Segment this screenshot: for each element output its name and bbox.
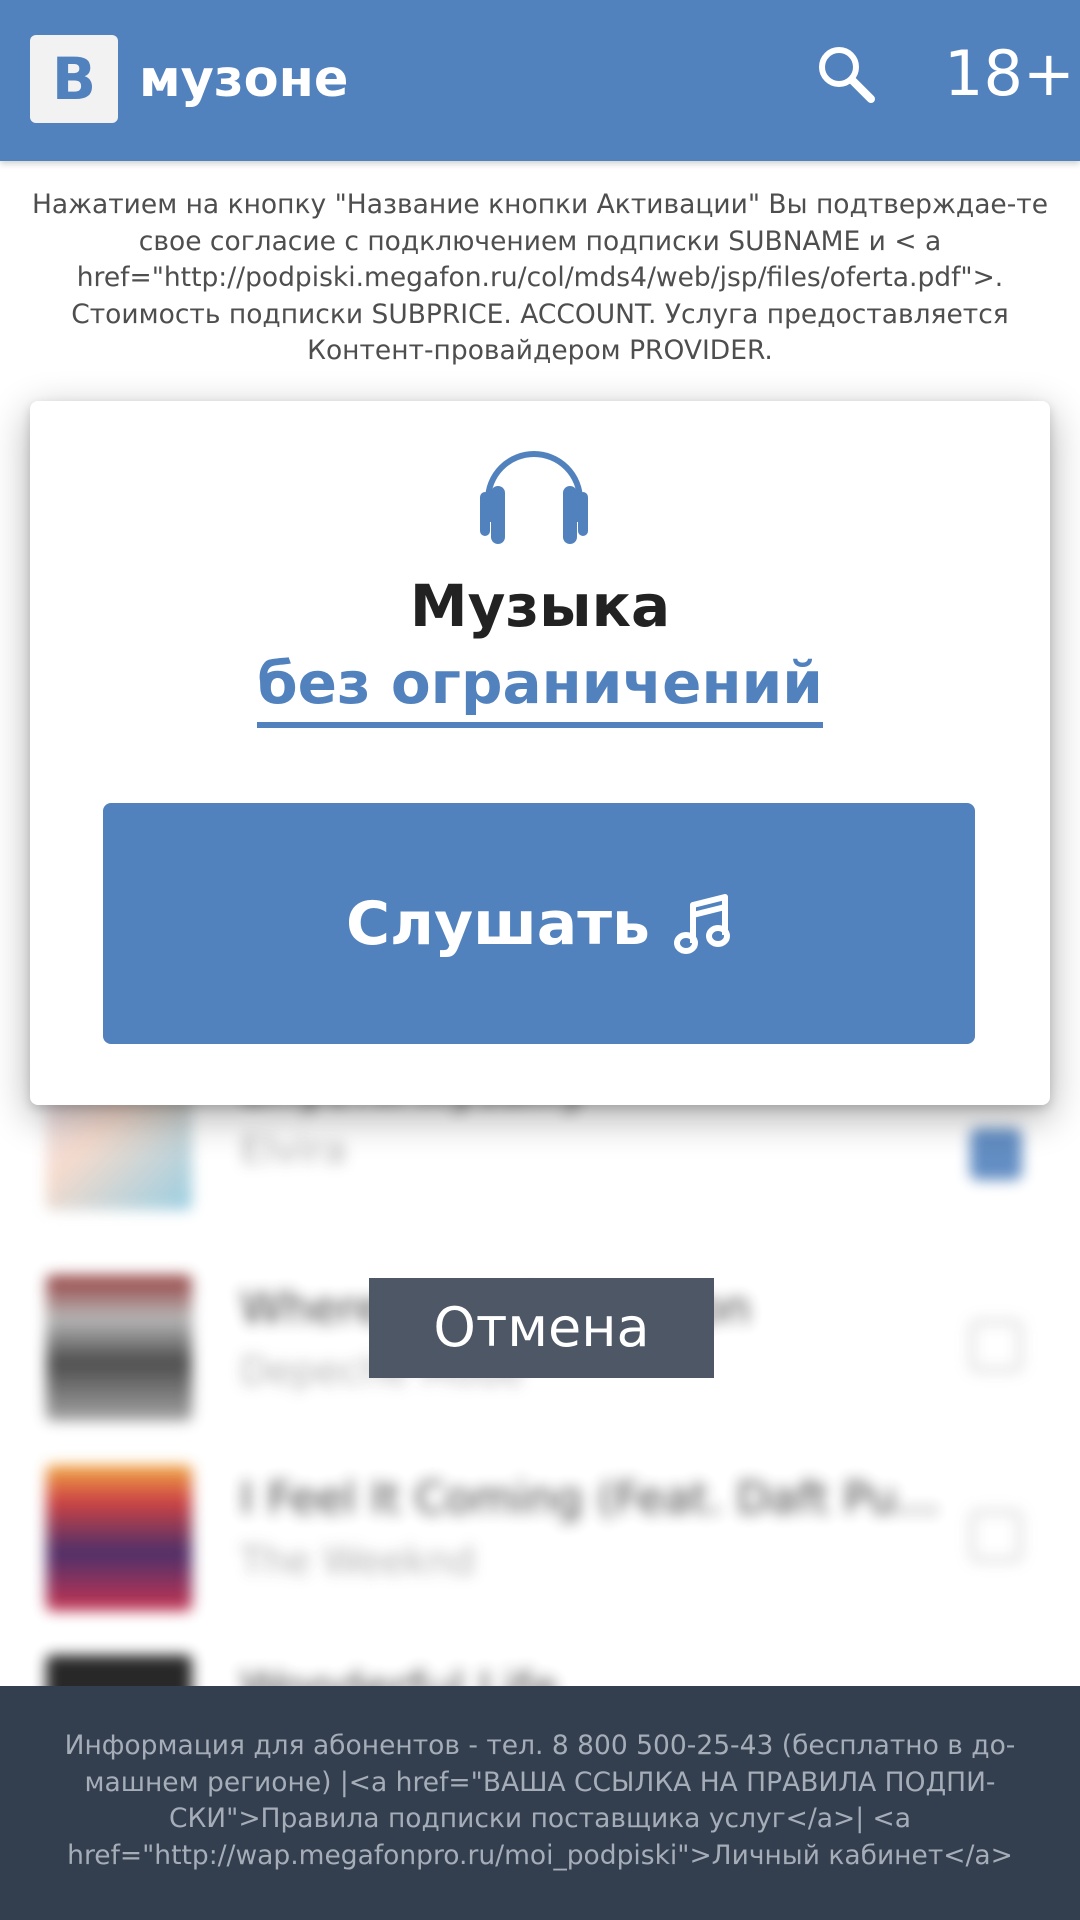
track-row: I Feel It Coming (Feat. Daft Pu... The W… bbox=[0, 1465, 1080, 1615]
cancel-button[interactable]: Отмена bbox=[369, 1278, 714, 1378]
music-note-icon bbox=[674, 893, 730, 954]
search-icon bbox=[819, 47, 875, 103]
track-checkbox bbox=[970, 1320, 1022, 1372]
album-cover bbox=[46, 1465, 192, 1611]
track-checkbox bbox=[970, 1128, 1022, 1180]
search-button[interactable] bbox=[815, 43, 877, 105]
app-title[interactable]: музоне bbox=[139, 48, 348, 112]
app-header: В музоне 18+ bbox=[0, 0, 1080, 161]
listen-button-label: Слушать bbox=[345, 888, 650, 959]
track-artist: The Weeknd bbox=[240, 1539, 476, 1583]
promo-subtitle-text: без ограничений bbox=[257, 646, 823, 728]
subscription-modal: Музыка без ограничений Слушать bbox=[30, 401, 1050, 1105]
subscription-disclaimer: Нажатием на кнопку "Название кнопки Акти… bbox=[31, 189, 1049, 366]
track-list: Впусти музыку Elvira Where's the Revolut… bbox=[0, 1062, 1080, 1801]
album-cover bbox=[46, 1275, 192, 1421]
headphones-icon bbox=[480, 451, 588, 544]
footer-info-text: Информация для абонентов - тел. 8 800 50… bbox=[64, 1730, 1016, 1871]
track-artist: Elvira bbox=[240, 1128, 347, 1172]
track-title: I Feel It Coming (Feat. Daft Pu... bbox=[240, 1473, 939, 1524]
promo-title: Музыка bbox=[409, 572, 671, 640]
footer: Информация для абонентов - тел. 8 800 50… bbox=[0, 1686, 1080, 1920]
promo-subtitle: без ограничений bbox=[30, 646, 1050, 728]
track-checkbox bbox=[970, 1510, 1022, 1562]
logo-icon[interactable]: В bbox=[30, 35, 118, 123]
age-rating-badge: 18+ bbox=[944, 37, 1075, 110]
listen-button[interactable]: Слушать bbox=[103, 803, 975, 1044]
